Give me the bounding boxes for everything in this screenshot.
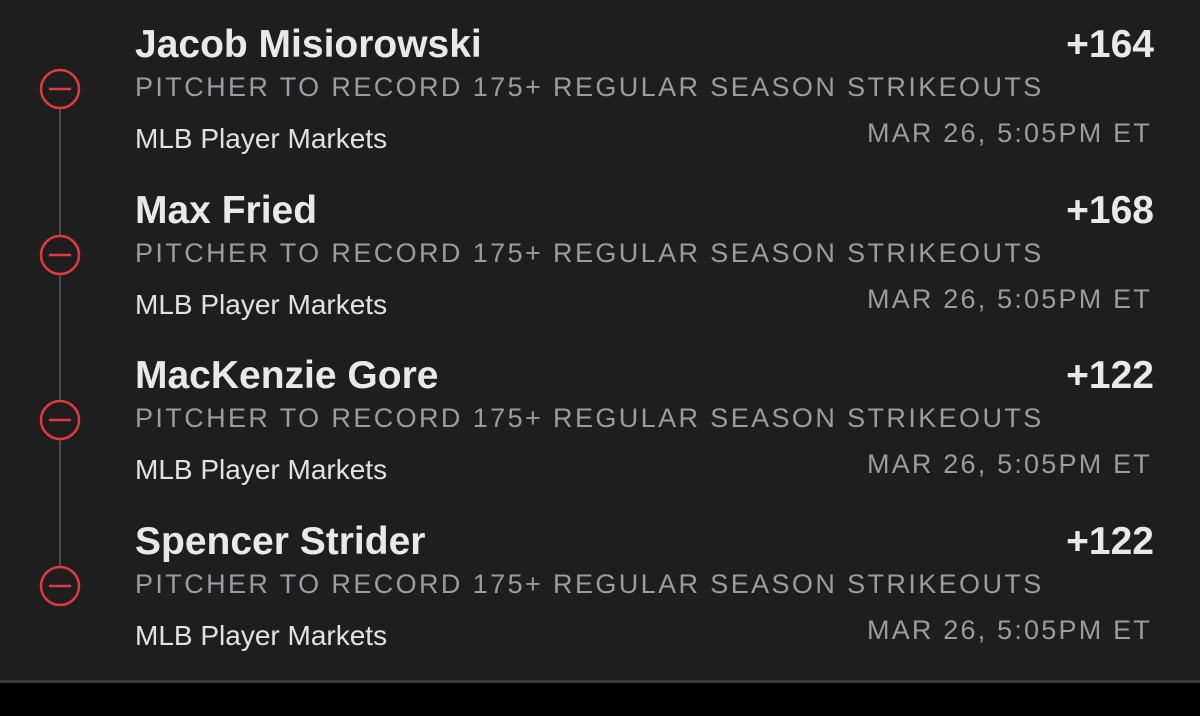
bet-leg: MacKenzie Gore +122 PITCHER TO RECORD 17… (0, 331, 1200, 497)
leg-odds: +122 (1066, 354, 1154, 397)
market-category: MLB Player Markets (135, 454, 388, 485)
market-description: PITCHER TO RECORD 175+ REGULAR SEASON ST… (135, 403, 1044, 433)
bottom-bar (0, 683, 1200, 716)
event-datetime: MAR 26, 5:05PM ET (867, 449, 1152, 479)
event-datetime: MAR 26, 5:05PM ET (867, 118, 1152, 148)
bet-leg: Max Fried +168 PITCHER TO RECORD 175+ RE… (0, 166, 1200, 332)
minus-circle-icon (39, 565, 81, 607)
leg-odds: +122 (1066, 520, 1154, 563)
market-description: PITCHER TO RECORD 175+ REGULAR SEASON ST… (135, 72, 1044, 102)
minus-circle-icon (39, 399, 81, 441)
player-name: Jacob Misiorowski (135, 23, 482, 66)
player-name: Max Fried (135, 189, 318, 232)
market-description: PITCHER TO RECORD 175+ REGULAR SEASON ST… (135, 238, 1044, 268)
minus-circle-icon (39, 68, 81, 110)
leg-odds: +168 (1066, 189, 1154, 232)
player-name: MacKenzie Gore (135, 354, 439, 397)
bet-legs-panel: Jacob Misiorowski +164 PITCHER TO RECORD… (0, 0, 1200, 680)
market-category: MLB Player Markets (135, 620, 388, 651)
event-datetime: MAR 26, 5:05PM ET (867, 615, 1152, 645)
bet-leg: Jacob Misiorowski +164 PITCHER TO RECORD… (0, 0, 1200, 166)
market-description: PITCHER TO RECORD 175+ REGULAR SEASON ST… (135, 569, 1044, 599)
minus-circle-icon (39, 234, 81, 276)
leg-odds: +164 (1066, 23, 1154, 66)
market-category: MLB Player Markets (135, 289, 388, 320)
market-category: MLB Player Markets (135, 123, 388, 154)
bet-leg: Spencer Strider +122 PITCHER TO RECORD 1… (0, 497, 1200, 663)
player-name: Spencer Strider (135, 520, 426, 563)
event-datetime: MAR 26, 5:05PM ET (867, 284, 1152, 314)
